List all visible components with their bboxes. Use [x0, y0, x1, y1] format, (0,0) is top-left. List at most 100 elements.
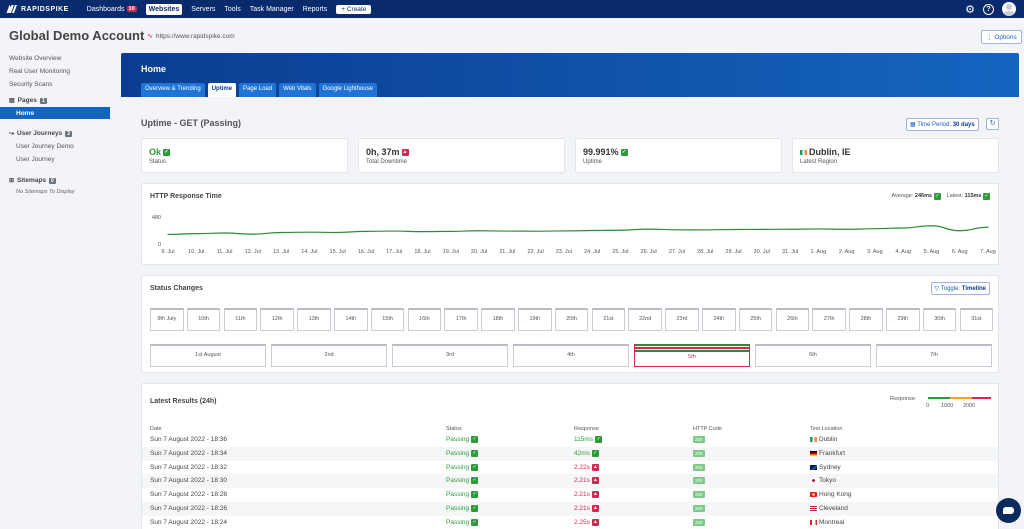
- day-box[interactable]: 15th: [370, 308, 405, 331]
- data-point[interactable]: [223, 232, 226, 234]
- avatar[interactable]: [1002, 2, 1016, 16]
- data-point[interactable]: [478, 230, 480, 232]
- data-point[interactable]: [393, 230, 395, 232]
- data-point[interactable]: [563, 230, 565, 232]
- data-point[interactable]: [987, 226, 989, 228]
- data-point[interactable]: [959, 230, 961, 232]
- day-box[interactable]: 25th: [738, 308, 773, 331]
- data-point[interactable]: [365, 230, 367, 232]
- day-box[interactable]: 2nd: [271, 344, 387, 367]
- table-row[interactable]: Sun 7 August 2022 - 18:30 Passing ✓ 2.21s …: [142, 474, 998, 489]
- rapidspike-logo[interactable]: RAPIDSPIKE: [6, 5, 69, 13]
- day-box[interactable]: 6th: [755, 344, 871, 367]
- table-row[interactable]: Sun 7 August 2022 - 18:26 Passing ✓ 2.21s …: [142, 502, 998, 516]
- col-response[interactable]: Response: [574, 426, 599, 432]
- day-box[interactable]: 16th: [407, 308, 442, 331]
- sidebar-item-user-journey-demo[interactable]: User Journey Demo: [0, 140, 112, 153]
- nav-tools[interactable]: Tools: [224, 6, 240, 13]
- http-response-chart[interactable]: 480 09. Jul 10. Jul 11. Jul 12. Jul 13. Jul 14…: [142, 184, 1000, 266]
- data-point[interactable]: [421, 231, 424, 233]
- options-button[interactable]: ⋮ Options: [981, 30, 1022, 44]
- day-box[interactable]: 19th: [518, 308, 552, 331]
- day-box[interactable]: 22nd: [628, 308, 662, 331]
- day-box[interactable]: 7th: [876, 344, 992, 367]
- day-box[interactable]: 18th: [481, 308, 515, 331]
- gear-icon[interactable]: ⚙: [965, 3, 975, 16]
- day-box[interactable]: 27th: [812, 308, 846, 331]
- sidebar-item-website-overview[interactable]: Website Overview: [0, 52, 112, 65]
- data-point[interactable]: [761, 228, 763, 230]
- nav-websites[interactable]: Websites: [145, 3, 183, 15]
- day-box[interactable]: 26th: [775, 308, 810, 331]
- day-box[interactable]: 4th: [513, 344, 629, 367]
- day-box[interactable]: 11th: [223, 308, 258, 331]
- nav-reports[interactable]: Reports: [303, 6, 328, 13]
- chat-button[interactable]: [996, 498, 1021, 523]
- sidebar-journeys-header[interactable]: ↝ User Journeys 2: [0, 127, 112, 140]
- sidebar-sitemaps-header[interactable]: ⊞ Sitemaps 0: [0, 174, 112, 187]
- tab-page-load[interactable]: Page Load: [239, 83, 277, 97]
- tab-overview-trending[interactable]: Overview & Trending: [141, 83, 205, 97]
- col-status[interactable]: Status: [446, 426, 462, 432]
- data-point[interactable]: [817, 228, 819, 230]
- data-point[interactable]: [648, 228, 650, 230]
- day-box[interactable]: 30th: [922, 308, 957, 331]
- data-point[interactable]: [732, 228, 735, 231]
- data-point[interactable]: [846, 228, 848, 230]
- day-box[interactable]: 20th: [554, 308, 589, 331]
- sidebar-item-security-scans[interactable]: Security Scans: [0, 78, 112, 91]
- day-box[interactable]: 23rd: [665, 308, 699, 331]
- day-box[interactable]: 14th: [334, 308, 368, 331]
- data-point[interactable]: [450, 230, 452, 232]
- table-row[interactable]: Sun 7 August 2022 - 18:28 Passing ✓ 2.21s …: [142, 488, 998, 502]
- data-point[interactable]: [902, 227, 904, 229]
- series-line[interactable]: [167, 225, 989, 236]
- refresh-button[interactable]: ↻: [986, 118, 999, 130]
- sidebar-item-user-journey[interactable]: User Journey: [0, 153, 112, 166]
- table-row[interactable]: Sun 7 August 2022 - 18:36 Passing ✓ 115ms …: [142, 433, 998, 447]
- day-box[interactable]: 31st: [959, 308, 994, 331]
- tab-google-lighthouse[interactable]: Google Lighthouse: [318, 83, 377, 97]
- tab-uptime[interactable]: Uptime: [207, 83, 237, 97]
- data-point[interactable]: [195, 232, 197, 235]
- nav-dashboards[interactable]: Dashboards 10: [87, 6, 137, 13]
- site-url[interactable]: ∿ https://www.rapidspike.com: [147, 32, 235, 41]
- table-row[interactable]: Sun 7 August 2022 - 18:34 Passing ✓ 42ms ✓…: [142, 446, 998, 461]
- data-point[interactable]: [280, 231, 282, 234]
- tab-web-vitals[interactable]: Web Vitals: [279, 83, 316, 97]
- data-point[interactable]: [591, 229, 593, 232]
- day-box[interactable]: 1st August: [150, 344, 266, 367]
- data-point[interactable]: [930, 225, 933, 227]
- col-http-code[interactable]: HTTP Code: [693, 426, 722, 432]
- create-button[interactable]: + Create: [336, 4, 372, 14]
- table-row[interactable]: Sun 7 August 2022 - 18:32 Passing ✓ 2.22s …: [142, 461, 998, 475]
- sidebar-item-home[interactable]: Home: [0, 107, 110, 119]
- data-point[interactable]: [534, 230, 537, 232]
- day-box[interactable]: 24th: [702, 308, 736, 331]
- day-box[interactable]: 29th: [886, 308, 920, 331]
- day-box-selected[interactable]: 5th: [634, 344, 750, 367]
- day-box[interactable]: 17th: [444, 308, 478, 331]
- day-box[interactable]: 28th: [849, 308, 883, 331]
- col-test-location[interactable]: Test Location: [810, 426, 842, 432]
- data-point[interactable]: [167, 233, 169, 236]
- sidebar-item-real-user-monitoring[interactable]: Real User Monitoring: [0, 65, 112, 78]
- help-icon[interactable]: ?: [983, 3, 994, 15]
- data-point[interactable]: [874, 228, 876, 230]
- data-point[interactable]: [308, 231, 310, 233]
- table-row[interactable]: Sun 7 August 2022 - 18:24 Passing ✓ 2.25s …: [142, 516, 998, 529]
- day-box[interactable]: 10th: [186, 308, 221, 331]
- day-box[interactable]: 3rd: [392, 344, 508, 367]
- data-point[interactable]: [619, 229, 622, 231]
- day-box[interactable]: 21st: [591, 308, 626, 331]
- data-point[interactable]: [337, 231, 339, 234]
- time-period-button[interactable]: ▦ Time Period: 30 days: [906, 118, 979, 131]
- data-point[interactable]: [789, 228, 791, 230]
- data-point[interactable]: [252, 233, 254, 235]
- sidebar-pages-header[interactable]: ▤ Pages 1: [0, 94, 112, 107]
- day-box[interactable]: 12th: [260, 308, 294, 331]
- nav-servers[interactable]: Servers: [191, 6, 215, 13]
- toggle-timeline-button[interactable]: ▽ Toggle: Timeline: [930, 282, 990, 295]
- col-date[interactable]: Date: [150, 426, 162, 432]
- data-point[interactable]: [704, 229, 706, 231]
